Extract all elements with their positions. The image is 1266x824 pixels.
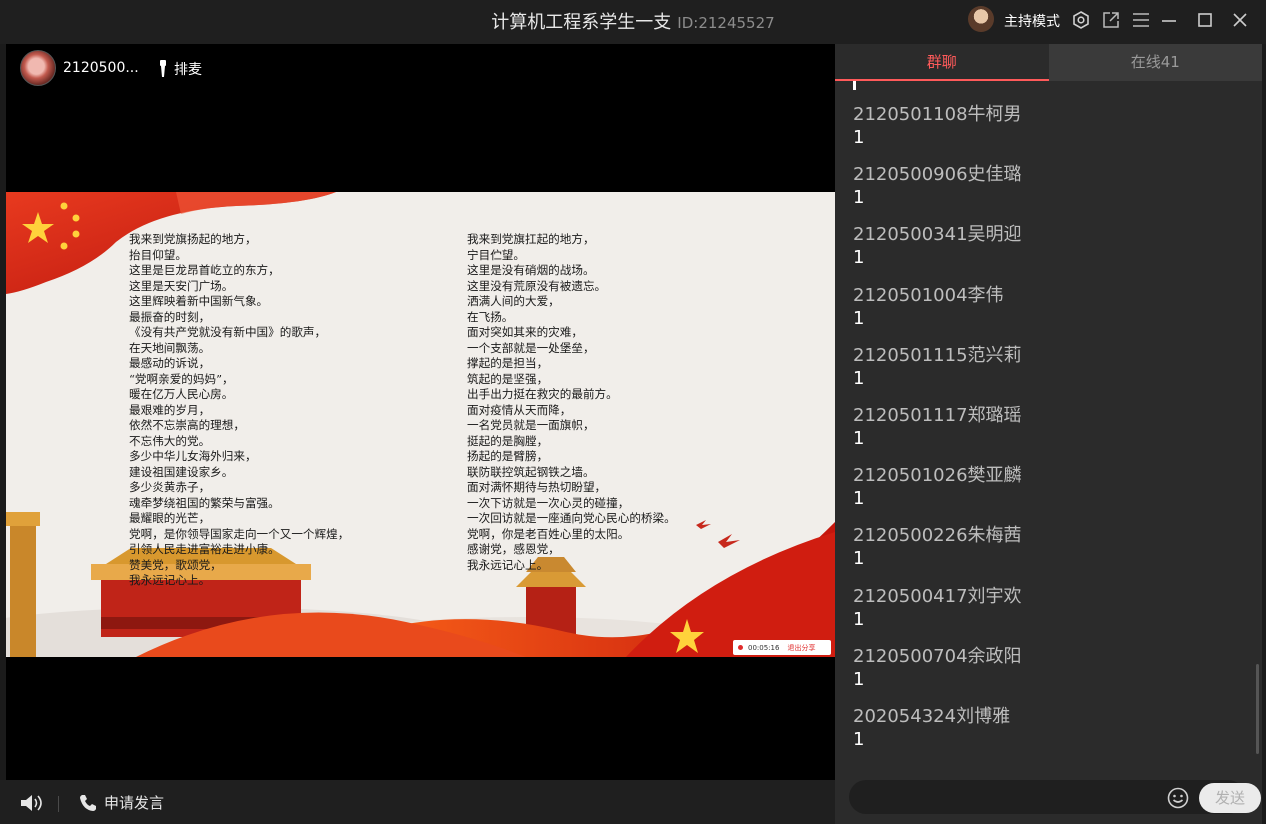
message-sender: 202054324刘博雅 <box>853 706 1011 727</box>
stop-share-button[interactable]: 退出分享 <box>787 643 815 653</box>
divider <box>58 796 59 812</box>
clipped-message-fragment <box>853 81 856 90</box>
chat-message: 2120500704余政阳 1 <box>853 646 1022 692</box>
presenter-name: 2120500... <box>63 60 139 76</box>
mic-queue-button[interactable]: 排麦 <box>158 59 202 79</box>
shared-slide: 我来到党旗扬起的地方， 抬目仰望。 这里是巨龙昂首屹立的东方， 这里是天安门广场… <box>6 192 835 657</box>
control-bar: 申请发言 <box>0 780 835 824</box>
message-text: 1 <box>853 488 865 510</box>
message-sender: 2120501115范兴莉 <box>853 344 1022 366</box>
message-text: 1 <box>853 127 865 148</box>
share-status-bar: 00:05:16 退出分享 <box>733 640 831 655</box>
message-text: 1 <box>853 247 865 269</box>
microphone-icon <box>160 60 166 77</box>
message-text: 1 <box>853 668 865 690</box>
message-text: 1 <box>853 608 865 630</box>
chat-message: 2120501117郑璐瑶 1 <box>853 405 1022 451</box>
tab-online-members[interactable]: 在线41 <box>1048 44 1262 81</box>
chat-input-box[interactable]: 发送 <box>849 780 1261 814</box>
chat-message: 2120501026樊亚麟 1 <box>853 465 1022 511</box>
message-sender: 2120500417刘宇欢 <box>853 585 1022 607</box>
presenter-info: 2120500... <box>20 50 139 86</box>
chat-message: 2120500341吴明迎 1 <box>853 224 1022 270</box>
chat-message: 2120501115范兴莉 1 <box>853 345 1022 391</box>
group-name: 计算机工程系学生一支 <box>491 12 672 33</box>
poem-left-column: 我来到党旗扬起的地方， 抬目仰望。 这里是巨龙昂首屹立的东方， 这里是天安门广场… <box>129 232 350 587</box>
mic-queue-label: 排麦 <box>174 62 202 78</box>
message-sender: 2120501117郑璐瑶 <box>853 405 1022 426</box>
maximize-icon[interactable] <box>1194 9 1216 31</box>
poem-right-column: 我来到党旗扛起的地方， 宁目伫望。 这里是没有硝烟的战场。 这里没有荒原没有被遗… <box>467 232 676 572</box>
chat-scrollbar[interactable] <box>1256 664 1259 754</box>
send-button[interactable]: 发送 <box>1199 783 1261 813</box>
chat-panel: 群聊 在线41 2120501108牛柯男 1 2120500906史佳璐 1 2120… <box>835 44 1262 824</box>
close-icon[interactable] <box>1229 9 1251 31</box>
minimize-icon[interactable] <box>1158 9 1180 31</box>
speaker-icon[interactable] <box>20 794 42 816</box>
message-sender: 2120501026樊亚麟 <box>853 465 1022 487</box>
phone-icon <box>80 794 96 811</box>
title-bar: 计算机工程系学生一支 ID:21245527 主持模式 <box>0 0 1266 44</box>
message-sender: 2120500704余政阳 <box>853 645 1022 667</box>
message-text: 1 <box>853 307 865 329</box>
message-sender: 2120500341吴明迎 <box>853 224 1022 246</box>
chat-message: 2120500906史佳璐 1 <box>853 164 1022 210</box>
message-text: 1 <box>853 548 865 570</box>
chat-tabs: 群聊 在线41 <box>835 44 1262 81</box>
host-avatar[interactable] <box>968 6 994 32</box>
message-sender: 2120500906史佳璐 <box>853 164 1022 186</box>
presenter-avatar[interactable] <box>20 50 56 86</box>
request-speak-button[interactable]: 申请发言 <box>78 792 164 813</box>
group-id: ID:21245527 <box>677 14 775 32</box>
message-text: 1 <box>853 729 865 750</box>
emoji-icon[interactable] <box>1167 787 1189 813</box>
message-sender: 2120500226朱梅茜 <box>853 525 1022 547</box>
chat-message: 2120500226朱梅茜 1 <box>853 525 1022 571</box>
request-speak-label: 申请发言 <box>104 794 165 812</box>
chat-message: 202054324刘博雅 1 <box>853 706 1010 752</box>
popout-icon[interactable] <box>1100 9 1122 31</box>
menu-icon[interactable] <box>1130 9 1152 31</box>
tab-group-chat[interactable]: 群聊 <box>835 44 1049 81</box>
chat-message: 2120501108牛柯男 1 <box>853 104 1022 150</box>
message-sender: 2120501108牛柯男 <box>853 104 1022 125</box>
host-mode-label[interactable]: 主持模式 <box>1004 11 1060 31</box>
message-text: 1 <box>853 187 865 209</box>
settings-icon[interactable] <box>1070 9 1092 31</box>
message-text: 1 <box>853 367 865 389</box>
message-sender: 2120501004李伟 <box>853 284 1004 306</box>
video-area: 2120500... 排麦 我来到党旗扬起的地方， 抬目仰望。 这里是巨龙昂首屹… <box>6 44 835 780</box>
message-text: 1 <box>853 428 865 449</box>
message-list[interactable]: 2120501108牛柯男 1 2120500906史佳璐 1 2120500341吴明… <box>835 81 1262 774</box>
chat-message: 2120501004李伟 1 <box>853 285 1004 331</box>
share-timer: 00:05:16 <box>748 643 780 652</box>
chat-message: 2120500417刘宇欢 1 <box>853 586 1022 632</box>
recording-dot-icon <box>738 645 743 650</box>
